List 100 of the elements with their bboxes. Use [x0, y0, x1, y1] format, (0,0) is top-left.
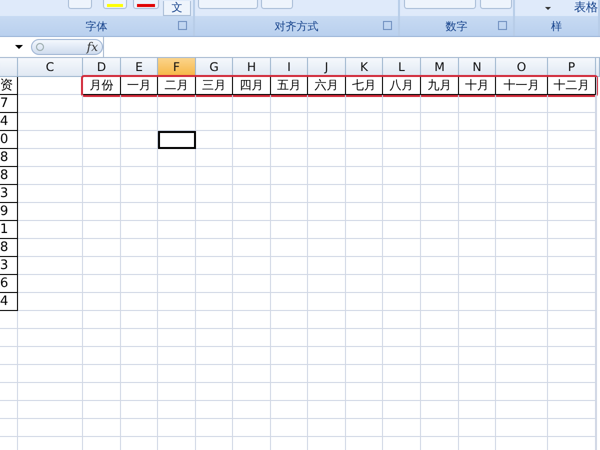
grid-cell — [459, 293, 496, 311]
grid-cell — [196, 149, 233, 167]
highlight-icon[interactable] — [103, 0, 127, 9]
table-cell: 7 — [0, 95, 18, 113]
grid-cell — [121, 149, 158, 167]
grid-cell — [383, 131, 421, 149]
grid-cell — [196, 383, 233, 401]
table-cell: 十月 — [459, 77, 496, 95]
table-cell: 3 — [0, 257, 18, 275]
grid-cell — [121, 365, 158, 383]
grid-cell — [18, 113, 83, 131]
grid-cell — [196, 131, 233, 149]
grid-cell — [121, 221, 158, 239]
grid-cell — [233, 419, 271, 437]
grid-cell — [18, 149, 83, 167]
grid-cell — [383, 257, 421, 275]
column-header[interactable]: D — [83, 58, 121, 77]
grid-cell — [233, 365, 271, 383]
grid-cell — [459, 257, 496, 275]
phonetic-button[interactable]: 文 — [163, 1, 191, 16]
grid-cell — [346, 113, 383, 131]
active-cell[interactable] — [158, 131, 196, 149]
table-cell: 十二月 — [548, 77, 596, 95]
grid-cell — [308, 347, 346, 365]
grid-cell — [346, 221, 383, 239]
grid-cell — [18, 293, 83, 311]
grid-cell — [308, 167, 346, 185]
grid-cell — [383, 419, 421, 437]
grid-cell — [121, 131, 158, 149]
insert-function-button[interactable]: fx — [86, 40, 98, 54]
grid-cell — [271, 419, 308, 437]
grid-cell — [121, 293, 158, 311]
grid-cell — [496, 95, 548, 113]
grid-cell — [233, 113, 271, 131]
grid-cell — [271, 185, 308, 203]
grid-cell — [548, 329, 596, 347]
grid-cell — [18, 329, 83, 347]
grid-cell — [421, 113, 459, 131]
table-cell: 8 — [0, 239, 18, 257]
grid-cell — [196, 221, 233, 239]
dialog-launcher-icon[interactable] — [498, 21, 507, 30]
grid-cell — [548, 167, 596, 185]
grid-cell — [421, 311, 459, 329]
dialog-launcher-icon[interactable] — [383, 21, 392, 30]
grid-cell — [496, 275, 548, 293]
grid-cell — [18, 185, 83, 203]
grid-cell — [0, 401, 18, 419]
grid-cell — [308, 131, 346, 149]
grid-cell — [271, 401, 308, 419]
grid-cell — [83, 131, 121, 149]
grid-cell — [459, 221, 496, 239]
grid-cell — [308, 383, 346, 401]
grid-cell — [196, 185, 233, 203]
grid-cell — [421, 221, 459, 239]
grid-cell — [18, 167, 83, 185]
grid-cell — [121, 113, 158, 131]
grid-cell — [233, 203, 271, 221]
grid-cell — [496, 167, 548, 185]
grid-cell — [18, 365, 83, 383]
grid-cell — [0, 383, 18, 401]
grid-cell — [496, 257, 548, 275]
table-cell: 8 — [0, 167, 18, 185]
grid-cell — [421, 257, 459, 275]
grid-cell — [271, 275, 308, 293]
grid-cell — [83, 401, 121, 419]
grid-cell — [121, 203, 158, 221]
grid-cell — [496, 203, 548, 221]
grid-cell — [459, 185, 496, 203]
grid-cell — [233, 383, 271, 401]
grid-cell — [308, 95, 346, 113]
grid-cell — [548, 347, 596, 365]
grid-cell — [308, 365, 346, 383]
grid-cell — [459, 401, 496, 419]
grid-cell — [196, 329, 233, 347]
dialog-launcher-icon[interactable] — [178, 21, 187, 30]
grid-cell — [346, 401, 383, 419]
grid-cell — [346, 293, 383, 311]
grid-cell — [383, 401, 421, 419]
grid-cell — [308, 275, 346, 293]
grid-cell — [121, 311, 158, 329]
grid-cell — [459, 149, 496, 167]
grid-cell — [271, 329, 308, 347]
column-header[interactable]: P — [548, 58, 596, 77]
grid-cell — [383, 221, 421, 239]
grid-cell — [121, 419, 158, 437]
font-color-icon[interactable] — [133, 0, 159, 9]
grid-cell — [421, 95, 459, 113]
grid-cell — [346, 275, 383, 293]
column-header[interactable]: C — [18, 58, 83, 77]
grid-cell — [271, 221, 308, 239]
grid-cell — [308, 149, 346, 167]
grid-cell — [548, 419, 596, 437]
select-all-corner[interactable] — [0, 58, 18, 77]
grid-cell — [421, 275, 459, 293]
grid-cell — [233, 95, 271, 113]
grid-cell — [196, 275, 233, 293]
grid-cell — [421, 401, 459, 419]
grid-cell — [459, 95, 496, 113]
grid-cell — [308, 293, 346, 311]
grid-cell — [383, 347, 421, 365]
